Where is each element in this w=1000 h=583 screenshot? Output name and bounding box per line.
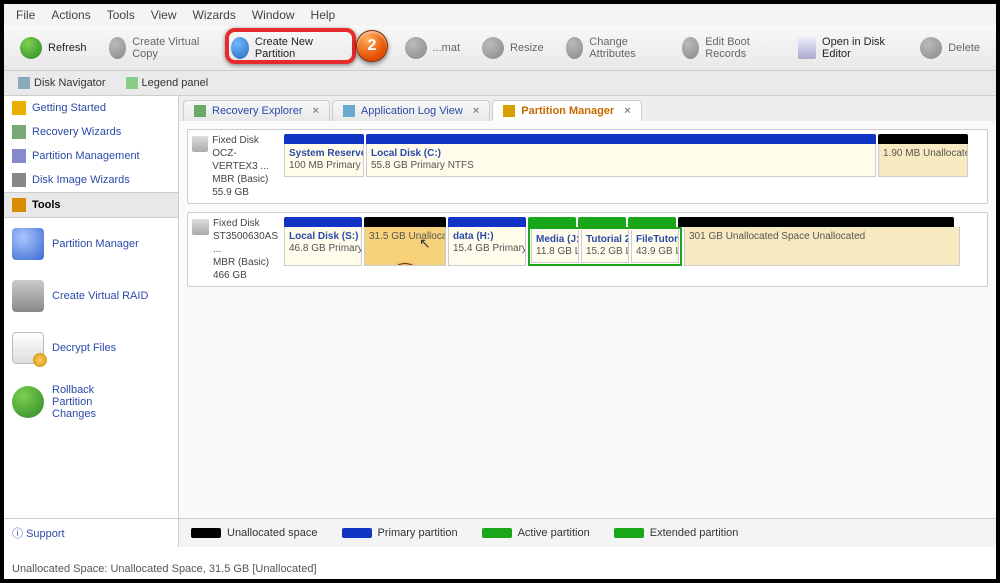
virtual-raid-icon: [12, 280, 44, 312]
attributes-icon: [566, 37, 584, 59]
support-link[interactable]: ⓘ Support: [4, 518, 178, 547]
nav-recovery-wizards[interactable]: Recovery Wizards: [4, 120, 178, 144]
menu-help[interactable]: Help: [311, 8, 336, 22]
change-attributes-button[interactable]: Change Attributes: [558, 32, 668, 64]
legend-unallocated: Unallocated space: [191, 527, 318, 539]
tool-rollback-changes[interactable]: Rollback Partition Changes: [4, 374, 178, 430]
boot-records-icon: [682, 37, 700, 59]
main-area: Recovery Explorer× Application Log View×…: [179, 96, 996, 547]
delete-button[interactable]: Delete: [912, 33, 988, 63]
menu-actions[interactable]: Actions: [51, 8, 90, 22]
partition-manager-tab-icon: [503, 105, 515, 117]
menu-wizards[interactable]: Wizards: [193, 8, 236, 22]
create-new-partition-button[interactable]: Create New Partition: [223, 32, 350, 64]
tab-partition-manager[interactable]: Partition Manager×: [492, 100, 641, 121]
refresh-button[interactable]: Refresh: [12, 33, 95, 63]
menu-tools[interactable]: Tools: [107, 8, 135, 22]
tools-icon: [12, 198, 26, 212]
close-icon[interactable]: ×: [312, 105, 318, 117]
unallocated-segment[interactable]: 1.90 MB Unallocated: [878, 144, 968, 177]
partition-area: System Reserved100 MB Primary NTFSLocal …: [284, 134, 983, 199]
side-panel: Getting Started Recovery Wizards Partiti…: [4, 96, 179, 547]
nav-getting-started[interactable]: Getting Started: [4, 96, 178, 120]
nav-partition-management[interactable]: Partition Management: [4, 144, 178, 168]
disk-info: Fixed DiskOCZ-VERTEX3 ...MBR (Basic)55.9…: [192, 134, 278, 199]
format-button[interactable]: ...mat: [397, 33, 469, 63]
disk-navigator-toggle[interactable]: Disk Navigator: [12, 75, 112, 91]
refresh-icon: [20, 37, 42, 59]
virtual-copy-icon: [109, 37, 127, 59]
menu-view[interactable]: View: [151, 8, 177, 22]
partition-segment[interactable]: Local Disk (C:)55.8 GB Primary NTFS: [366, 144, 876, 177]
resize-icon: [482, 37, 504, 59]
unallocated-segment[interactable]: 31.5 GB Unallocated↖1: [364, 227, 446, 266]
format-icon: [405, 37, 427, 59]
menu-window[interactable]: Window: [252, 8, 295, 22]
legend-icon: [126, 77, 138, 89]
close-icon[interactable]: ×: [473, 105, 479, 117]
edit-boot-records-button[interactable]: Edit Boot Records: [674, 32, 785, 64]
recovery-wizards-icon: [12, 125, 26, 139]
rollback-icon: [12, 386, 44, 418]
partition-segment[interactable]: Local Disk (S:)46.8 GB Primary Un: [284, 227, 362, 266]
disk-row: Fixed DiskST3500630AS ...MBR (Basic)466 …: [187, 212, 988, 287]
partition-segment[interactable]: Tutorial 2:15.2 GB Lo: [581, 230, 629, 263]
partition-segment[interactable]: Media (J:)11.8 GB Lo: [531, 230, 579, 263]
menu-file[interactable]: File: [16, 8, 35, 22]
partition-segment[interactable]: data (H:)15.4 GB Primary NT: [448, 227, 526, 266]
close-icon[interactable]: ×: [624, 105, 630, 117]
panel-toggle-bar: Disk Navigator Legend panel: [4, 71, 996, 96]
legend-active: Active partition: [482, 527, 590, 539]
recovery-explorer-tab-icon: [194, 105, 206, 117]
legend-panel-toggle[interactable]: Legend panel: [120, 75, 215, 91]
menu-bar: File Actions Tools View Wizards Window H…: [4, 4, 996, 26]
status-bar: Unallocated Space: Unallocated Space, 31…: [12, 563, 317, 575]
disk-row: Fixed DiskOCZ-VERTEX3 ...MBR (Basic)55.9…: [187, 129, 988, 204]
legend-bar: Unallocated space Primary partition Acti…: [179, 518, 996, 547]
tab-application-log[interactable]: Application Log View×: [332, 100, 490, 121]
extended-partition-group: Media (J:)11.8 GB LoTutorial 2:15.2 GB L…: [528, 227, 682, 266]
tool-partition-manager[interactable]: Partition Manager: [4, 218, 178, 270]
disk-image-icon: [12, 173, 26, 187]
hard-disk-icon: [192, 136, 208, 152]
create-partition-icon: [231, 37, 249, 59]
partition-mgmt-icon: [12, 149, 26, 163]
hard-disk-icon: [192, 219, 209, 235]
partition-manager-icon: [12, 228, 44, 260]
legend-primary: Primary partition: [342, 527, 458, 539]
nav-disk-image-wizards[interactable]: Disk Image Wizards: [4, 168, 178, 192]
create-virtual-copy-button[interactable]: Create Virtual Copy: [101, 32, 218, 64]
partition-area: Local Disk (S:)46.8 GB Primary Un31.5 GB…: [284, 217, 983, 282]
main-toolbar: Refresh Create Virtual Copy Create New P…: [4, 26, 996, 71]
decrypt-files-icon: [12, 332, 44, 364]
disk-editor-icon: [798, 37, 816, 59]
workspace: Getting Started Recovery Wizards Partiti…: [4, 96, 996, 547]
partition-segment[interactable]: FileTutoria43.9 GB Lo: [631, 230, 679, 263]
annotation-marker-1: 1: [389, 263, 421, 266]
tool-decrypt-files[interactable]: Decrypt Files: [4, 322, 178, 374]
resize-button[interactable]: Resize: [474, 33, 552, 63]
unallocated-segment[interactable]: 301 GB Unallocated Space Unallocated: [684, 227, 960, 266]
getting-started-icon: [12, 101, 26, 115]
disk-navigator-icon: [18, 77, 30, 89]
tab-strip: Recovery Explorer× Application Log View×…: [179, 96, 996, 121]
open-disk-editor-button[interactable]: Open in Disk Editor: [790, 32, 906, 64]
tool-create-virtual-raid[interactable]: Create Virtual RAID: [4, 270, 178, 322]
disk-view: Fixed DiskOCZ-VERTEX3 ...MBR (Basic)55.9…: [179, 121, 996, 518]
annotation-marker-2: 2: [356, 30, 388, 62]
tab-recovery-explorer[interactable]: Recovery Explorer×: [183, 100, 330, 121]
app-log-tab-icon: [343, 105, 355, 117]
partition-segment[interactable]: System Reserved100 MB Primary NTFS: [284, 144, 364, 177]
disk-info: Fixed DiskST3500630AS ...MBR (Basic)466 …: [192, 217, 278, 282]
nav-tools[interactable]: Tools: [4, 192, 178, 218]
legend-extended: Extended partition: [614, 527, 739, 539]
delete-icon: [920, 37, 942, 59]
